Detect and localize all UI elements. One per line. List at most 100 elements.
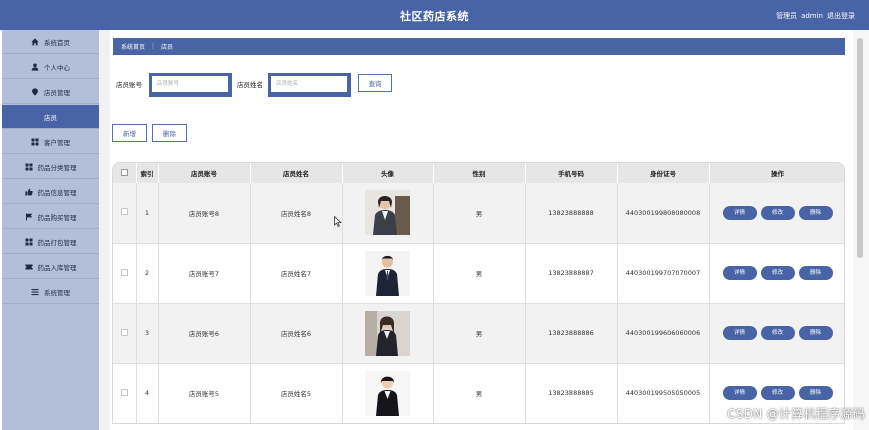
sidebar-item-label: 药品分类管理 <box>37 163 77 172</box>
top-bar: 社区药店系统 管理员 admin 退出登录 <box>0 0 869 30</box>
select-all-header[interactable] <box>113 163 137 183</box>
row-id-card: 440300199606060006 <box>617 303 710 364</box>
edit-button[interactable]: 修改 <box>760 386 795 400</box>
user-area: 管理员 admin 退出登录 <box>772 11 855 21</box>
row-phone: 13823888888 <box>525 183 618 244</box>
breadcrumb-home[interactable]: 系统首页 <box>121 42 145 51</box>
row-index: 3 <box>136 303 159 364</box>
row-checkbox[interactable] <box>120 208 128 216</box>
delete-button[interactable]: 删除 <box>798 326 833 340</box>
avatar <box>365 370 410 416</box>
breadcrumb: 系统首页 ⋮ 店员 <box>113 38 845 55</box>
sidebar-item-label: 药品入库管理 <box>37 263 77 272</box>
batch-delete-button[interactable]: 删除 <box>152 124 187 142</box>
row-account: 店员账号7 <box>158 243 251 304</box>
row-index: 2 <box>136 243 159 304</box>
select-all-checkbox[interactable] <box>120 168 128 176</box>
row-id-card: 440300199505050005 <box>617 363 710 423</box>
avatar <box>365 310 410 356</box>
column-header: 身份证号 <box>617 163 710 183</box>
user-icon <box>31 63 39 71</box>
table-row: 2 店员账号7 店员姓名7 男 13823888887 440300199707… <box>113 243 844 304</box>
row-name: 店员姓名7 <box>250 243 343 304</box>
detail-button[interactable]: 详情 <box>722 326 757 340</box>
sidebar-item-label: 药品打包管理 <box>37 238 77 247</box>
sidebar-item-label: 药品购买管理 <box>37 213 77 222</box>
row-select-cell <box>113 303 137 364</box>
column-header: 操作 <box>709 163 844 183</box>
delete-button[interactable]: 删除 <box>798 386 833 400</box>
row-checkbox[interactable] <box>120 268 128 276</box>
row-gender: 男 <box>433 363 526 423</box>
sidebar-item-drug-info[interactable]: 药品信息管理 <box>2 180 99 204</box>
row-phone: 13823888886 <box>525 303 618 364</box>
edit-button[interactable]: 修改 <box>760 205 795 220</box>
column-header: 店员姓名 <box>250 163 343 183</box>
sidebar-item-staff[interactable]: 店员 <box>2 105 99 129</box>
grid-icon <box>25 238 33 246</box>
avatar <box>365 250 410 296</box>
detail-button[interactable]: 详情 <box>722 205 757 220</box>
row-checkbox[interactable] <box>120 328 128 336</box>
sidebar-item-label: 系统管理 <box>44 288 70 297</box>
grid-icon <box>25 163 33 171</box>
sidebar-item-customer-management[interactable]: 客户管理 <box>2 130 99 154</box>
row-index: 1 <box>136 183 159 244</box>
row-select-cell <box>113 183 137 244</box>
row-account: 店员账号6 <box>158 303 251 364</box>
role-label: 管理员 <box>776 12 798 20</box>
row-id-card: 440300199808080008 <box>617 183 710 244</box>
query-button[interactable]: 查询 <box>358 74 392 92</box>
sidebar-item-home[interactable]: 系统首页 <box>2 30 99 54</box>
logout-link[interactable]: 退出登录 <box>827 12 855 20</box>
breadcrumb-separator: ⋮ <box>150 43 157 50</box>
row-name: 店员姓名8 <box>250 183 343 244</box>
pin-icon <box>31 87 39 96</box>
detail-button[interactable]: 详情 <box>722 386 757 400</box>
sidebar-item-staff-management[interactable]: 店员管理 <box>2 80 99 104</box>
edit-button[interactable]: 修改 <box>760 266 795 280</box>
account-search-input[interactable] <box>152 76 228 92</box>
delete-button[interactable]: 删除 <box>798 266 833 280</box>
column-header: 头像 <box>342 163 434 183</box>
app-title: 社区药店系统 <box>400 10 469 23</box>
name-search-label: 店员姓名 <box>237 81 263 89</box>
grid-icon <box>31 138 39 146</box>
row-avatar-cell <box>342 303 434 364</box>
table-row: 3 店员账号6 店员姓名6 男 13823888886 440300199606… <box>113 303 844 364</box>
table-row: 1 店员账号8 店员姓名8 男 13823888888 440300199808… <box>113 183 844 244</box>
row-checkbox[interactable] <box>120 388 128 396</box>
sidebar-item-drug-category[interactable]: 药品分类管理 <box>2 155 99 179</box>
row-phone: 13823888887 <box>525 243 618 304</box>
sidebar-item-drug-stock-in[interactable]: 药品入库管理 <box>2 255 99 279</box>
row-select-cell <box>113 243 137 304</box>
sidebar-item-system-management[interactable]: 系统管理 <box>2 280 99 304</box>
sidebar-item-label: 药品信息管理 <box>37 188 77 197</box>
column-header: 索引 <box>136 163 159 183</box>
sidebar-item-profile[interactable]: 个人中心 <box>2 55 99 79</box>
ticket-icon <box>24 263 33 271</box>
account-search-label: 店员账号 <box>116 81 142 89</box>
table-header-row: 索引 店员账号 店员姓名 头像 性别 手机号码 身份证号 操作 <box>113 163 844 183</box>
sidebar-item-drug-purchase[interactable]: 药品购买管理 <box>2 205 99 229</box>
staff-table: 索引 店员账号 店员姓名 头像 性别 手机号码 身份证号 操作 1 店员账号8 … <box>112 162 845 424</box>
column-header: 手机号码 <box>525 163 618 183</box>
row-actions: 详情 修改 删除 <box>709 183 844 244</box>
name-search-input[interactable] <box>271 76 347 92</box>
sidebar-item-drug-packing[interactable]: 药品打包管理 <box>2 230 99 254</box>
sidebar-item-label: 店员管理 <box>44 88 70 97</box>
delete-button[interactable]: 删除 <box>798 205 833 220</box>
column-header: 性别 <box>433 163 526 183</box>
row-avatar-cell <box>342 243 434 304</box>
edit-button[interactable]: 修改 <box>760 326 795 340</box>
row-gender: 男 <box>433 303 526 364</box>
detail-button[interactable]: 详情 <box>722 266 757 280</box>
scrollbar-thumb[interactable] <box>857 38 863 258</box>
add-button[interactable]: 新增 <box>112 124 147 142</box>
row-id-card: 440300199707070007 <box>617 243 710 304</box>
row-index: 4 <box>136 363 159 423</box>
content-gutter <box>99 30 110 430</box>
row-gender: 男 <box>433 183 526 244</box>
username: admin <box>801 12 823 20</box>
watermark: CSDN @计算机程序源码 <box>727 407 865 421</box>
